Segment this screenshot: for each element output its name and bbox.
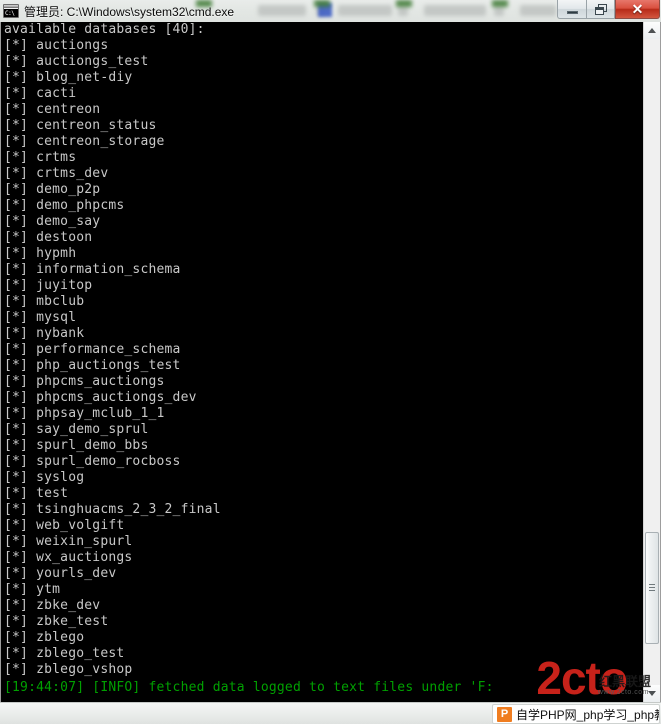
database-list-item: [*] performance_schema: [4, 342, 181, 357]
database-list-item: [*] demo_phpcms: [4, 198, 125, 213]
minimize-icon: [566, 10, 578, 14]
minimize-button[interactable]: [557, 0, 586, 19]
database-list-item: [*] test: [4, 486, 69, 501]
database-list-item: [*] demo_p2p: [4, 182, 101, 197]
status-line: [19:44:07] [INFO] fetched data logged to…: [4, 680, 494, 695]
database-list-item: [*] ytm: [4, 582, 61, 597]
chevron-up-icon: [648, 28, 656, 33]
close-button[interactable]: ✕: [615, 0, 660, 19]
database-list-item: [*] zbke_test: [4, 614, 109, 629]
database-list-item: [*] mbclub: [4, 294, 85, 309]
console-scrollbar[interactable]: [643, 22, 660, 702]
taskbar: P 自学PHP网_php学习_php教程: [0, 702, 661, 724]
database-list-item: [*] spurl_demo_bbs: [4, 438, 149, 453]
console-output-area[interactable]: available databases [40]: [*] auctiongs [*…: [0, 22, 661, 702]
restore-button[interactable]: [586, 0, 615, 19]
scrollbar-grip-icon: [649, 584, 655, 592]
database-list-item: [*] centreon: [4, 102, 101, 117]
database-list-item: [*] yourls_dev: [4, 566, 117, 581]
window-title: 管理员: C:\Windows\system32\cmd.exe: [24, 4, 235, 19]
cmd-icon: C:\: [3, 4, 19, 18]
database-list-item: [*] wx_auctiongs: [4, 550, 133, 565]
cmd-icon-prompt: C:\: [5, 10, 15, 17]
database-list-item: [*] auctiongs: [4, 38, 109, 53]
database-list-item: [*] centreon_status: [4, 118, 157, 133]
database-list-item: [*] weixin_spurl: [4, 534, 133, 549]
database-list-item: [*] zblego_test: [4, 646, 125, 661]
console-heading: available databases [40]:: [4, 22, 205, 37]
database-list-item: [*] say_demo_sprul: [4, 422, 149, 437]
database-list-item: [*] blog_net-diy: [4, 70, 133, 85]
cmd-icon-titlebar: [4, 5, 18, 8]
database-list-item: [*] crtms: [4, 150, 77, 165]
database-list-item: [*] cacti: [4, 86, 77, 101]
scrollbar-thumb[interactable]: [645, 532, 659, 644]
close-icon: ✕: [631, 1, 644, 17]
database-list-item: [*] phpcms_auctiongs: [4, 374, 165, 389]
database-list-item: [*] spurl_demo_rocboss: [4, 454, 181, 469]
database-list-item: [*] phpsay_mclub_1_1: [4, 406, 165, 421]
database-list-item: [*] zbke_dev: [4, 598, 101, 613]
database-list-item: [*] mysql: [4, 310, 77, 325]
scroll-up-button[interactable]: [644, 22, 660, 39]
database-list-item: [*] tsinghuacms_2_3_2_final: [4, 502, 221, 517]
database-list-item: [*] php_auctiongs_test: [4, 358, 181, 373]
database-list-item: [*] centreon_storage: [4, 134, 165, 149]
database-list-item: [*] zblego_vshop: [4, 662, 133, 677]
taskbar-item-php-site[interactable]: P 自学PHP网_php学习_php教程: [492, 704, 660, 724]
cmd-window: C:\ 管理员: C:\Windows\system32\cmd.exe ✕ a…: [0, 0, 661, 724]
database-list-item: [*] information_schema: [4, 262, 181, 277]
restore-icon: [594, 3, 607, 15]
database-list-item: [*] web_volgift: [4, 518, 125, 533]
database-list-item: [*] zblego: [4, 630, 85, 645]
taskbar-item-label: 自学PHP网_php学习_php教程: [516, 707, 659, 722]
database-list-item: [*] crtms_dev: [4, 166, 109, 181]
database-list-item: [*] hypmh: [4, 246, 77, 261]
scroll-down-button[interactable]: [644, 685, 660, 702]
database-list-item: [*] juyitop: [4, 278, 93, 293]
chevron-down-icon: [648, 691, 656, 696]
database-list-item: [*] syslog: [4, 470, 85, 485]
console-text: available databases [40]: [*] auctiongs [*…: [4, 22, 629, 678]
database-list-item: [*] nybank: [4, 326, 85, 341]
database-list-item: [*] auctiongs_test: [4, 54, 149, 69]
title-bar[interactable]: C:\ 管理员: C:\Windows\system32\cmd.exe ✕: [0, 0, 661, 22]
database-list-item: [*] destoon: [4, 230, 93, 245]
database-list-item: [*] phpcms_auctiongs_dev: [4, 390, 197, 405]
database-list-item: [*] demo_say: [4, 214, 101, 229]
php-site-icon: P: [497, 706, 512, 722]
window-controls: ✕: [557, 0, 660, 20]
